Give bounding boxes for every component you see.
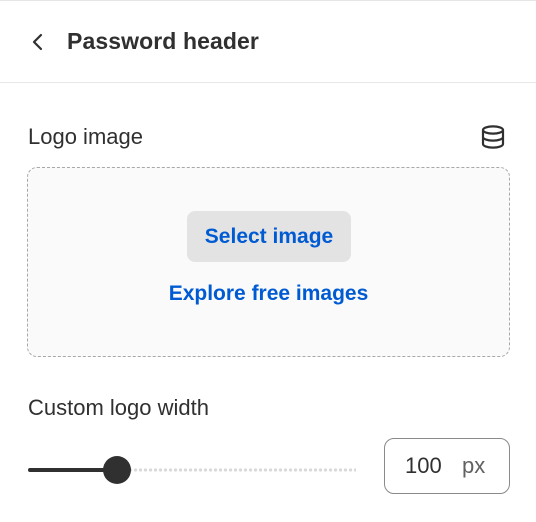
select-image-button[interactable]: Select image <box>187 211 351 262</box>
logo-image-label: Logo image <box>28 124 143 149</box>
back-button[interactable] <box>24 28 52 56</box>
logo-image-row: Logo image <box>28 121 508 153</box>
logo-width-slider[interactable] <box>28 453 356 487</box>
logo-dropzone[interactable]: Select image Explore free images <box>27 167 510 357</box>
chevron-left-icon <box>32 33 43 50</box>
database-icon[interactable] <box>478 122 508 152</box>
explore-free-images-link[interactable]: Explore free images <box>28 282 509 306</box>
panel-header: Password header <box>0 1 536 83</box>
slider-thumb[interactable] <box>103 456 131 484</box>
page-title: Password header <box>67 28 259 54</box>
logo-width-input[interactable]: 100 px <box>384 438 510 494</box>
logo-width-value[interactable]: 100 <box>405 453 442 479</box>
custom-logo-width-label: Custom logo width <box>28 395 209 420</box>
unit-suffix: px <box>462 453 486 478</box>
settings-panel: Password header Logo image Select image … <box>0 0 536 522</box>
